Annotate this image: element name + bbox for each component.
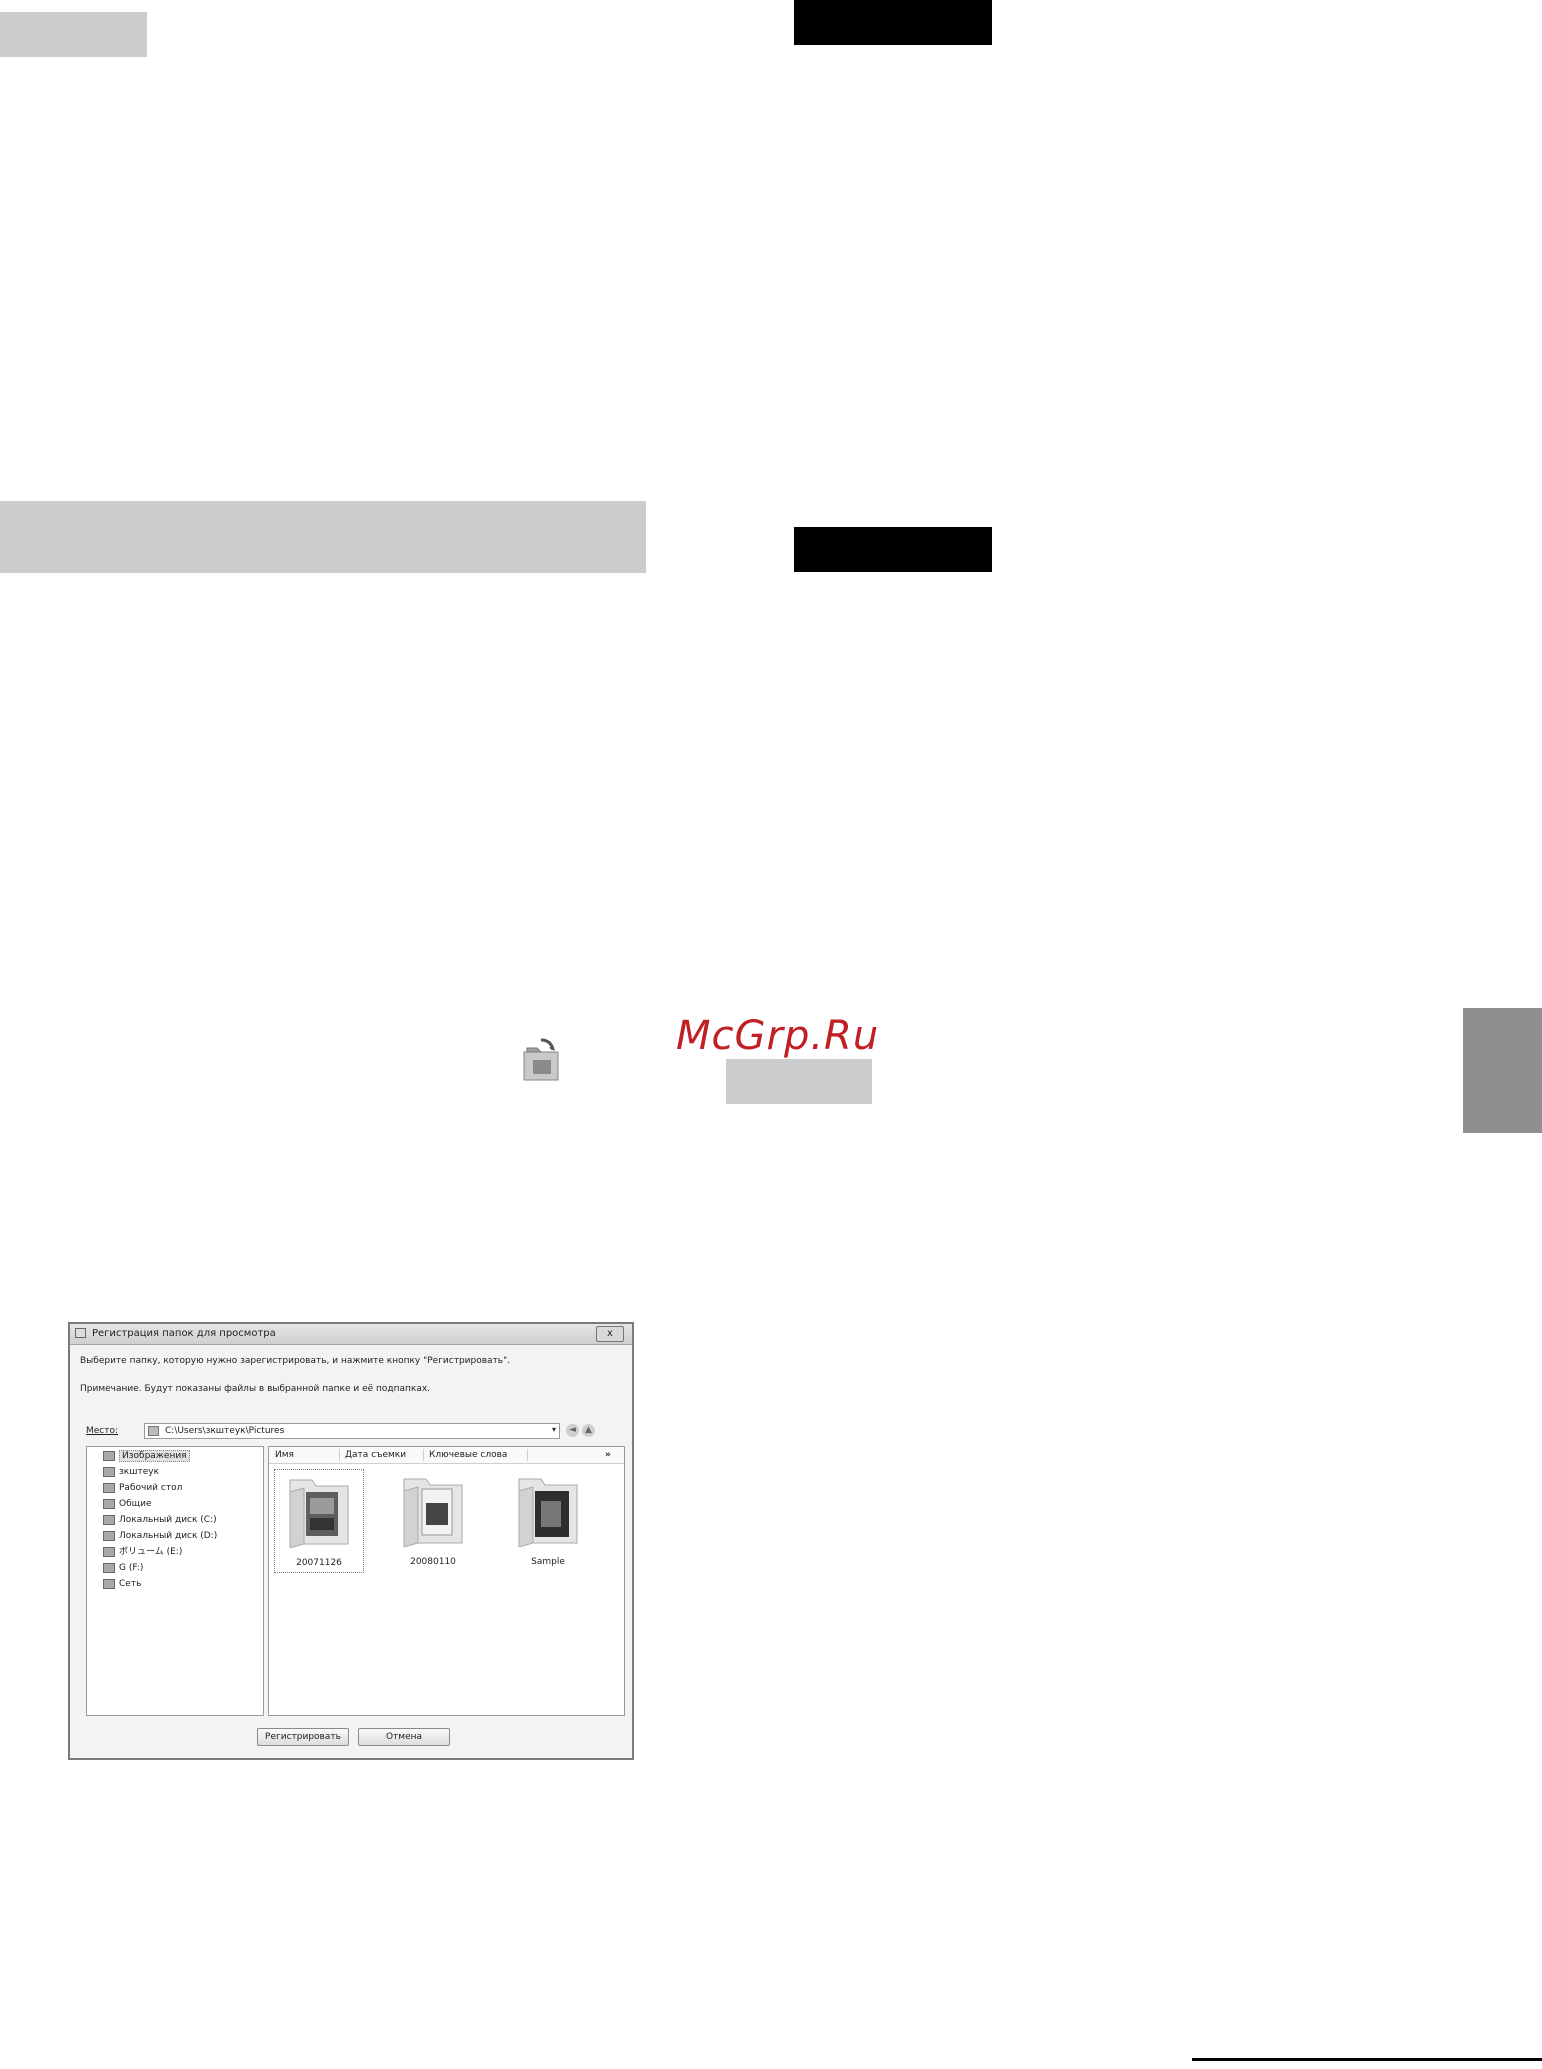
column-name[interactable]: Имя bbox=[275, 1450, 294, 1460]
chevron-down-icon[interactable]: ▾ bbox=[552, 1425, 556, 1434]
instruction-text: Выберите папку, которую нужно зарегистри… bbox=[80, 1356, 511, 1366]
register-folder-icon bbox=[521, 1038, 561, 1082]
folder-item[interactable]: Sample bbox=[504, 1469, 592, 1571]
column-headers: Имя Дата съемки Ключевые слова » bbox=[269, 1447, 624, 1464]
photo-folder-icon bbox=[403, 1478, 463, 1547]
pictures-folder-icon bbox=[103, 1450, 115, 1461]
folder-item[interactable]: 20080110 bbox=[389, 1469, 477, 1571]
watermark: McGrp.Ru bbox=[676, 1013, 880, 1059]
column-keywords[interactable]: Ключевые слова bbox=[429, 1450, 507, 1460]
location-row: Место: C:\Users\зкштеук\Pictures ▾ ◄ ▲ bbox=[86, 1423, 626, 1441]
footer-rule bbox=[1192, 2058, 1542, 2061]
tree-item[interactable]: G (F:) bbox=[103, 1562, 143, 1574]
folder-name: 20080110 bbox=[410, 1557, 456, 1567]
drive-icon bbox=[103, 1546, 115, 1557]
app-icon bbox=[75, 1328, 86, 1338]
back-arrow-icon[interactable]: ◄ bbox=[566, 1424, 579, 1437]
tree-item[interactable]: Локальный диск (C:) bbox=[103, 1514, 217, 1526]
section-gray-bar bbox=[0, 501, 646, 573]
hard-drive-icon bbox=[103, 1530, 115, 1541]
header-black-tab-middle bbox=[794, 527, 992, 572]
tree-item[interactable]: зкштеук bbox=[103, 1466, 159, 1478]
header-gray-tab bbox=[0, 12, 147, 57]
photo-folder-icon bbox=[289, 1479, 349, 1548]
register-folders-dialog: Регистрация папок для просмотра x Выбери… bbox=[68, 1322, 634, 1760]
desktop-icon bbox=[103, 1482, 115, 1493]
folder-name: 20071126 bbox=[296, 1558, 342, 1568]
shared-folder-icon bbox=[103, 1498, 115, 1509]
cancel-button[interactable]: Отмена bbox=[358, 1728, 450, 1746]
close-button[interactable]: x bbox=[596, 1326, 624, 1342]
location-combobox[interactable]: C:\Users\зкштеук\Pictures ▾ bbox=[144, 1423, 560, 1439]
file-list[interactable]: Имя Дата съемки Ключевые слова » 2007112… bbox=[268, 1446, 625, 1716]
network-icon bbox=[103, 1578, 115, 1589]
location-label: Место: bbox=[86, 1426, 119, 1436]
up-folder-icon[interactable]: ▲ bbox=[582, 1424, 595, 1437]
note-gray-tab bbox=[726, 1059, 872, 1104]
tree-item[interactable]: Изображения bbox=[103, 1450, 190, 1462]
tree-item[interactable]: Сеть bbox=[103, 1578, 141, 1590]
user-folder-icon bbox=[103, 1466, 115, 1477]
more-columns-icon[interactable]: » bbox=[605, 1450, 611, 1460]
header-black-tab-top bbox=[794, 0, 992, 45]
folder-item[interactable]: 20071126 bbox=[274, 1469, 364, 1573]
folder-tree[interactable]: Изображения зкштеук Рабочий стол Общие Л… bbox=[86, 1446, 264, 1716]
dialog-titlebar: Регистрация папок для просмотра x bbox=[70, 1324, 632, 1345]
folder-name: Sample bbox=[531, 1557, 565, 1567]
dialog-title: Регистрация папок для просмотра bbox=[92, 1328, 276, 1339]
note-text: Примечание. Будут показаны файлы в выбра… bbox=[80, 1384, 431, 1394]
tree-item[interactable]: Локальный диск (D:) bbox=[103, 1530, 217, 1542]
tree-item[interactable]: ボリューム (E:) bbox=[103, 1546, 182, 1558]
register-button[interactable]: Регистрировать bbox=[257, 1728, 349, 1746]
chapter-side-tab bbox=[1463, 1008, 1542, 1133]
tree-item[interactable]: Рабочий стол bbox=[103, 1482, 182, 1494]
column-date[interactable]: Дата съемки bbox=[345, 1450, 406, 1460]
photo-folder-icon bbox=[518, 1478, 578, 1547]
tree-item[interactable]: Общие bbox=[103, 1498, 152, 1510]
folder-icon bbox=[148, 1426, 159, 1436]
location-value: C:\Users\зкштеук\Pictures bbox=[165, 1426, 285, 1436]
hard-drive-icon bbox=[103, 1514, 115, 1525]
drive-icon bbox=[103, 1562, 115, 1573]
pane-splitter[interactable] bbox=[265, 1446, 267, 1716]
